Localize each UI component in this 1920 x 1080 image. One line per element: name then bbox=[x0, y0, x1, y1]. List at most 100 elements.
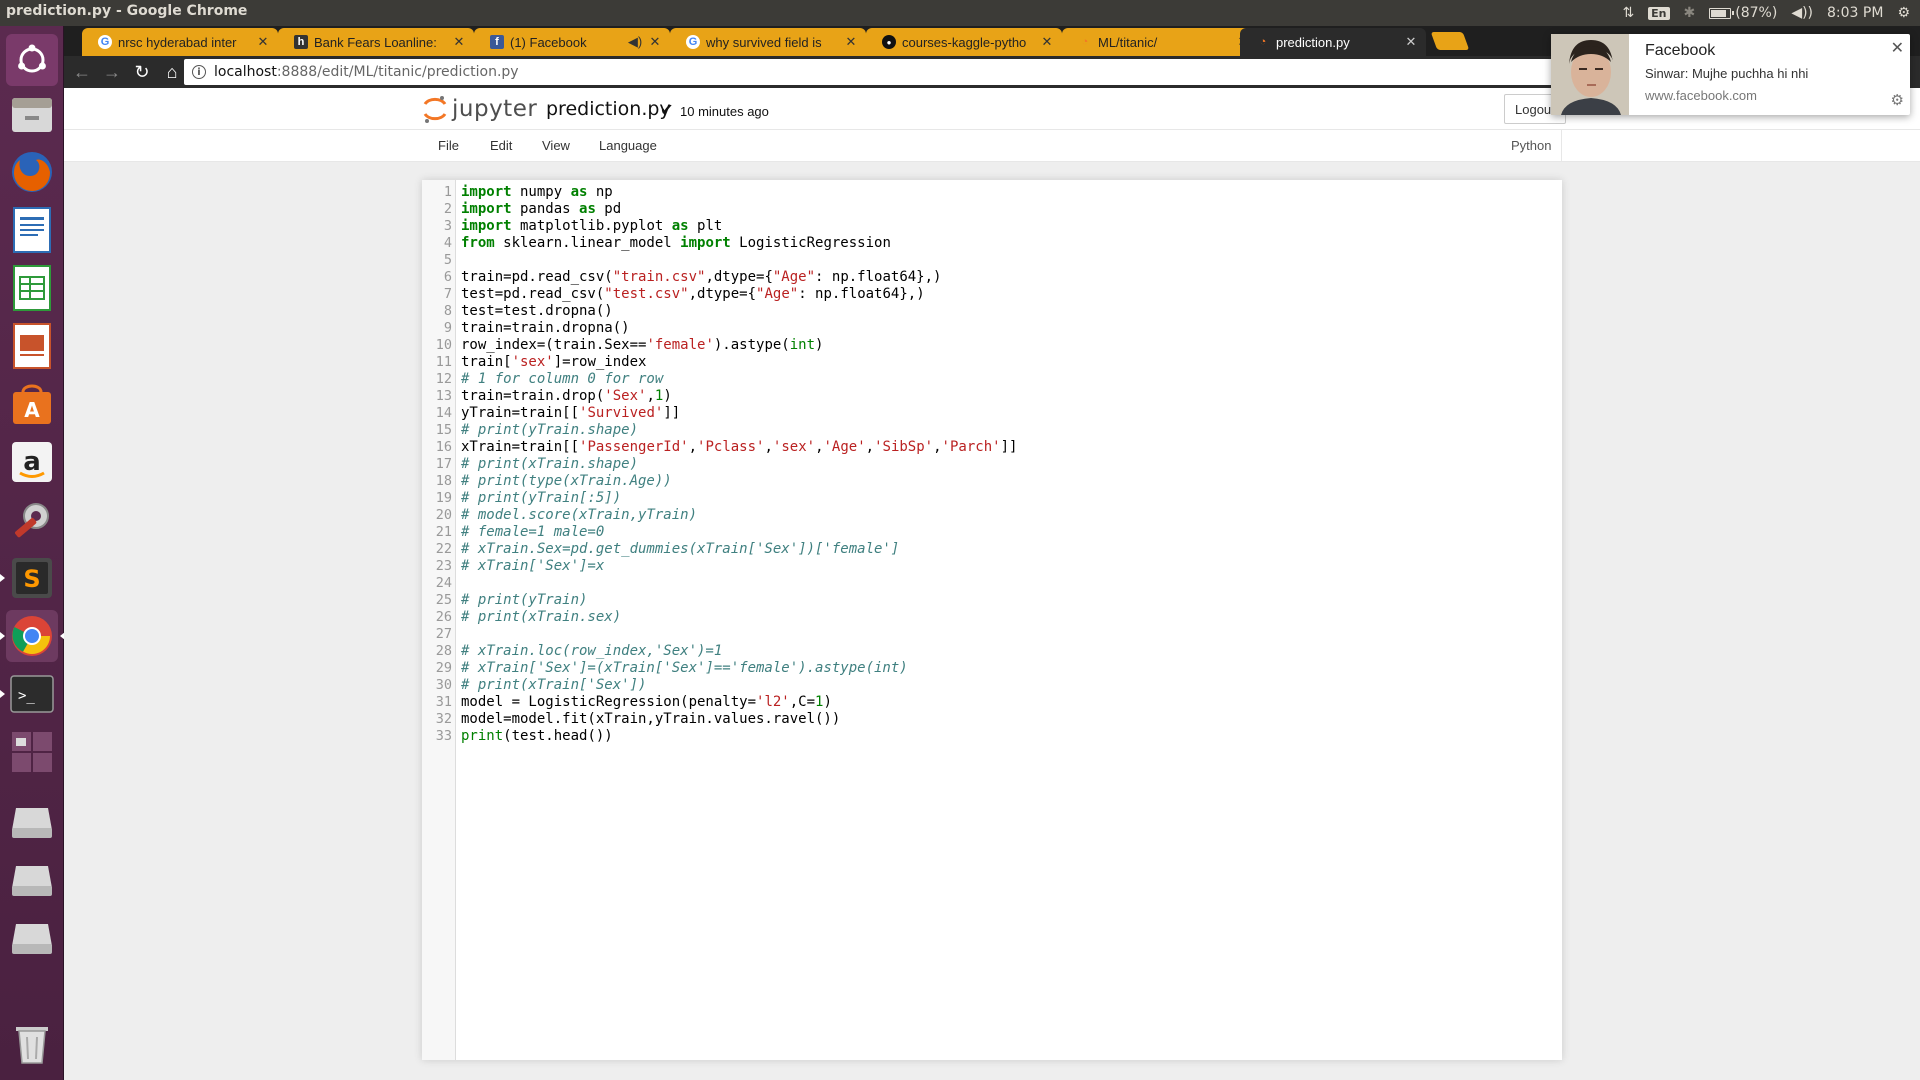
jupyter-logo[interactable]: jupyter bbox=[422, 94, 537, 124]
gear-icon[interactable]: ⚙ bbox=[1891, 91, 1904, 109]
code-line[interactable]: 5 bbox=[422, 252, 1562, 269]
close-icon[interactable]: ✕ bbox=[256, 34, 270, 50]
code-line[interactable]: 1 import numpy as np bbox=[422, 184, 1562, 201]
code-line[interactable]: 26 # print(xTrain.sex) bbox=[422, 609, 1562, 626]
code-line[interactable]: 16 xTrain=train[['PassengerId','Pclass','… bbox=[422, 439, 1562, 456]
code-line[interactable]: 7 test=pd.read_csv("test.csv",dtype={"Age… bbox=[422, 286, 1562, 303]
close-icon[interactable]: ✕ bbox=[1891, 38, 1904, 58]
code-line[interactable]: 31 model = LogisticRegression(penalty='l2… bbox=[422, 694, 1562, 711]
code-editor[interactable]: 1 import numpy as np 2 import pandas as pd 3… bbox=[422, 180, 1562, 1060]
code-line[interactable]: 21 # female=1 male=0 bbox=[422, 524, 1562, 541]
code-text: # female=1 male=0 bbox=[461, 524, 605, 540]
menu-file[interactable]: File bbox=[438, 138, 459, 153]
code-line[interactable]: 28 # xTrain.loc(row_index,'Sex')=1 bbox=[422, 643, 1562, 660]
jupyter-icon: ◔ bbox=[1081, 36, 1089, 48]
drive-icon[interactable] bbox=[6, 910, 58, 962]
tab-prediction-py[interactable]: ◔ prediction.py ✕ bbox=[1240, 28, 1426, 56]
code-line[interactable]: 4 from sklearn.linear_model import Logist… bbox=[422, 235, 1562, 252]
bluetooth-icon[interactable]: ✱ bbox=[1684, 5, 1696, 21]
files-icon[interactable] bbox=[6, 88, 58, 140]
jupyter-wordmark: jupyter bbox=[452, 96, 538, 122]
new-tab-button[interactable] bbox=[1430, 32, 1470, 50]
home-icon[interactable]: ⌂ bbox=[160, 60, 184, 84]
menu-language[interactable]: Language bbox=[599, 138, 657, 153]
system-settings-icon[interactable] bbox=[6, 494, 58, 546]
clock[interactable]: 8:03 PM bbox=[1827, 5, 1883, 21]
tab-ml-titanic[interactable]: ◔ ML/titanic/ ✕ bbox=[1062, 28, 1258, 56]
code-line[interactable]: 15 # print(yTrain.shape) bbox=[422, 422, 1562, 439]
code-line[interactable]: 18 # print(type(xTrain.Age)) bbox=[422, 473, 1562, 490]
trash-icon[interactable] bbox=[6, 1016, 58, 1068]
forward-arrow-icon[interactable]: → bbox=[100, 60, 124, 84]
writer-icon[interactable] bbox=[6, 204, 58, 256]
close-icon[interactable]: ✕ bbox=[1404, 34, 1418, 50]
menu-edit[interactable]: Edit bbox=[490, 138, 512, 153]
network-icon[interactable]: ⇅ bbox=[1622, 5, 1634, 21]
code-line[interactable]: 32 model=model.fit(xTrain,yTrain.values.r… bbox=[422, 711, 1562, 728]
tab-courses-kaggle[interactable]: ● courses-kaggle-pytho ✕ bbox=[866, 28, 1062, 56]
tab-nrsc[interactable]: G nrsc hyderabad inter ✕ bbox=[82, 28, 278, 56]
amazon-icon[interactable]: a bbox=[6, 436, 58, 488]
code-line[interactable]: 29 # xTrain['Sex']=(xTrain['Sex']=='femal… bbox=[422, 660, 1562, 677]
code-line[interactable]: 27 bbox=[422, 626, 1562, 643]
reload-icon[interactable]: ↻ bbox=[130, 60, 154, 84]
code-line[interactable]: 22 # xTrain.Sex=pd.get_dummies(xTrain['Se… bbox=[422, 541, 1562, 558]
code-line[interactable]: 13 train=train.drop('Sex',1) bbox=[422, 388, 1562, 405]
tab-facebook[interactable]: f (1) Facebook ◀) ✕ bbox=[474, 28, 670, 56]
code-line[interactable]: 12 # 1 for column 0 for row bbox=[422, 371, 1562, 388]
chrome-icon[interactable] bbox=[0, 610, 65, 662]
keyboard-indicator[interactable]: En bbox=[1648, 6, 1670, 20]
code-line[interactable]: 20 # model.score(xTrain,yTrain) bbox=[422, 507, 1562, 524]
svg-text:A: A bbox=[24, 398, 40, 422]
jupyter-icon: ◔ bbox=[1259, 36, 1267, 48]
drive-icon[interactable] bbox=[6, 852, 58, 904]
code-line[interactable]: 10 row_index=(train.Sex=='female').astype… bbox=[422, 337, 1562, 354]
impress-icon[interactable] bbox=[6, 320, 58, 372]
drive-icon[interactable] bbox=[6, 794, 58, 846]
info-icon[interactable]: i bbox=[192, 65, 206, 79]
code-line[interactable]: 9 train=train.dropna() bbox=[422, 320, 1562, 337]
code-line[interactable]: 14 yTrain=train[['Survived']] bbox=[422, 405, 1562, 422]
code-line[interactable]: 19 # print(yTrain[:5]) bbox=[422, 490, 1562, 507]
close-icon[interactable]: ✕ bbox=[844, 34, 858, 50]
close-icon[interactable]: ✕ bbox=[1040, 34, 1054, 50]
code-line[interactable]: 25 # print(yTrain) bbox=[422, 592, 1562, 609]
ubuntu-dash-icon[interactable] bbox=[6, 34, 58, 86]
code-text: # model.score(xTrain,yTrain) bbox=[461, 507, 698, 523]
code-line[interactable]: 8 test=test.dropna() bbox=[422, 303, 1562, 320]
volume-icon[interactable]: ◀)) bbox=[1791, 5, 1813, 21]
audio-icon[interactable]: ◀) bbox=[626, 34, 644, 50]
code-line[interactable]: 23 # xTrain['Sex']=x bbox=[422, 558, 1562, 575]
sublime-text-icon[interactable]: S bbox=[0, 552, 58, 604]
software-center-icon[interactable]: A bbox=[6, 378, 58, 430]
facebook-notification[interactable]: Facebook Sinwar: Mujhe puchha hi nhi www… bbox=[1551, 34, 1910, 115]
code-line[interactable]: 17 # print(xTrain.shape) bbox=[422, 456, 1562, 473]
code-text: print(test.head()) bbox=[461, 728, 613, 744]
code-text: xTrain=train[['PassengerId','Pclass','se… bbox=[461, 439, 1018, 455]
terminal-icon[interactable]: >_ bbox=[0, 668, 58, 720]
code-line[interactable]: 6 train=pd.read_csv("train.csv",dtype={"A… bbox=[422, 269, 1562, 286]
workspace-switcher-icon[interactable] bbox=[6, 726, 58, 778]
code-area[interactable]: 1 import numpy as np 2 import pandas as pd 3… bbox=[422, 184, 1562, 745]
tab-bank-fears[interactable]: h Bank Fears Loanline: ✕ bbox=[278, 28, 474, 56]
firefox-icon[interactable] bbox=[6, 146, 58, 198]
line-number: 10 bbox=[435, 337, 452, 353]
code-line[interactable]: 3 import matplotlib.pyplot as plt bbox=[422, 218, 1562, 235]
line-number: 8 bbox=[443, 303, 452, 319]
code-line[interactable]: 30 # print(xTrain['Sex']) bbox=[422, 677, 1562, 694]
tab-why-survived[interactable]: G why survived field is ✕ bbox=[670, 28, 866, 56]
back-arrow-icon[interactable]: ← bbox=[70, 60, 94, 84]
close-icon[interactable]: ✕ bbox=[452, 34, 466, 50]
filename[interactable]: prediction.py bbox=[546, 98, 671, 120]
code-line[interactable]: 33 print(test.head()) bbox=[422, 728, 1562, 745]
code-line[interactable]: 11 train['sex']=row_index bbox=[422, 354, 1562, 371]
session-gear-icon[interactable]: ⚙ bbox=[1897, 5, 1910, 21]
code-line[interactable]: 2 import pandas as pd bbox=[422, 201, 1562, 218]
calc-icon[interactable] bbox=[6, 262, 58, 314]
code-text: test=test.dropna() bbox=[461, 303, 613, 319]
code-text: from sklearn.linear_model import Logisti… bbox=[461, 235, 891, 251]
battery-indicator[interactable]: (87%) bbox=[1709, 5, 1777, 21]
close-icon[interactable]: ✕ bbox=[648, 34, 662, 50]
code-line[interactable]: 24 bbox=[422, 575, 1562, 592]
menu-view[interactable]: View bbox=[542, 138, 570, 153]
